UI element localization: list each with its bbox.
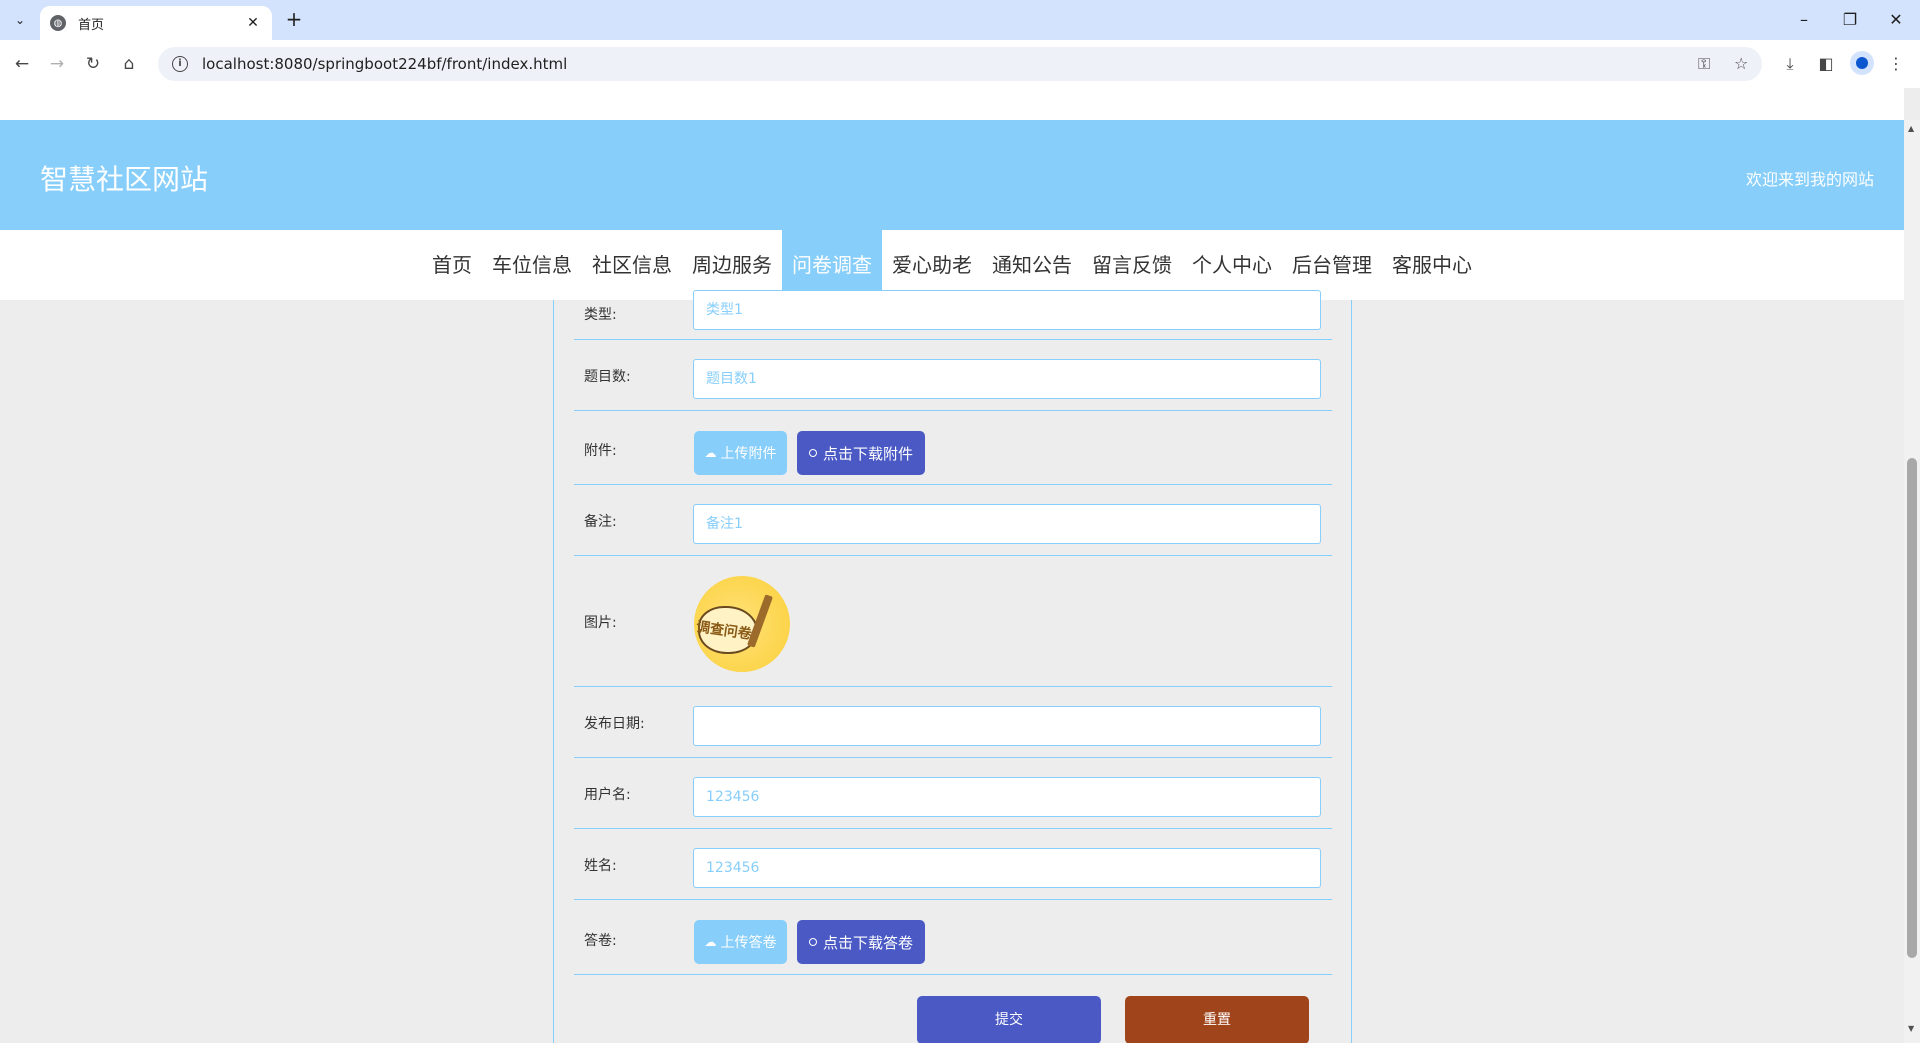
site-info-icon[interactable]: i <box>172 56 188 72</box>
nav-item-customer-service[interactable]: 客服中心 <box>1382 230 1482 300</box>
url-text: localhost:8080/springboot224bf/front/ind… <box>202 55 568 73</box>
download-answer-button[interactable]: 点击下载答卷 <box>797 920 925 964</box>
cloud-upload-icon: ☁ <box>704 935 717 949</box>
browser-toolbar: ← → ↻ ⌂ i localhost:8080/springboot224bf… <box>0 40 1920 88</box>
tab-title: 首页 <box>78 17 105 33</box>
scrollbar-thumb[interactable] <box>1907 458 1917 958</box>
home-icon[interactable]: ⌂ <box>117 52 141 76</box>
form-row-attachment: 附件: ☁ 上传附件 点击下载附件 <box>574 411 1332 485</box>
upload-answer-button[interactable]: ☁ 上传答卷 <box>694 920 787 964</box>
nav-item-parking[interactable]: 车位信息 <box>482 230 582 300</box>
username-label: 用户名: <box>584 787 631 803</box>
tab-search-icon[interactable]: ⌄ <box>8 8 32 32</box>
username-input[interactable]: 123456 <box>693 777 1321 817</box>
note-label: 备注: <box>584 514 617 530</box>
welcome-text: 欢迎来到我的网站 <box>1745 170 1874 189</box>
download-circle-icon <box>808 449 817 457</box>
type-input[interactable]: 类型1 <box>693 290 1321 330</box>
upload-attachment-button[interactable]: ☁ 上传附件 <box>694 431 787 475</box>
attachment-label: 附件: <box>584 443 617 459</box>
forward-icon[interactable]: → <box>45 52 69 76</box>
browser-tab[interactable]: ◍ 首页 ✕ <box>40 6 272 40</box>
question-count-label: 题目数: <box>584 369 631 385</box>
profile-avatar[interactable] <box>1850 51 1874 75</box>
download-icon[interactable]: ⤓ <box>1778 52 1802 76</box>
image-label: 图片: <box>584 615 617 631</box>
close-tab-icon[interactable]: ✕ <box>244 15 262 31</box>
name-input[interactable]: 123456 <box>693 848 1321 888</box>
form-row-note: 备注: 备注1 <box>574 485 1332 556</box>
form-row-name: 姓名: 123456 <box>574 829 1332 900</box>
question-count-input[interactable]: 题目数1 <box>693 359 1321 399</box>
form-row-question-count: 题目数: 题目数1 <box>574 340 1332 411</box>
form-row-date: 发布日期: <box>574 687 1332 758</box>
side-panel-icon[interactable]: ◧ <box>1814 52 1838 76</box>
page-scrollbar[interactable]: ▲ ▼ <box>1904 120 1920 1043</box>
survey-form: 类型: 类型1 题目数: 题目数1 附件: ☁ 上传附件 点击下载附件 备注: … <box>553 290 1352 1043</box>
reset-button[interactable]: 重置 <box>1125 996 1309 1043</box>
form-row-image: 图片: 调查问卷 <box>574 556 1332 687</box>
date-label: 发布日期: <box>584 716 645 732</box>
upload-answer-label: 上传答卷 <box>720 935 777 951</box>
globe-icon: ◍ <box>50 15 66 31</box>
password-key-icon[interactable]: ⚿ <box>1698 47 1710 81</box>
download-circle-icon <box>808 938 817 946</box>
form-row-type: 类型: 类型1 <box>574 290 1332 340</box>
name-label: 姓名: <box>584 858 617 874</box>
form-row-username: 用户名: 123456 <box>574 758 1332 829</box>
upload-attachment-label: 上传附件 <box>720 446 777 462</box>
nav-item-home[interactable]: 首页 <box>422 230 482 300</box>
scroll-up-icon[interactable]: ▲ <box>1908 124 1914 133</box>
form-row-answer: 答卷: ☁ 上传答卷 点击下载答卷 <box>574 900 1332 975</box>
reload-icon[interactable]: ↻ <box>81 52 105 76</box>
page-viewport: 智慧社区网站 欢迎来到我的网站 首页 车位信息 社区信息 周边服务 问卷调查 爱… <box>0 88 1904 1043</box>
top-strip <box>0 88 1904 120</box>
download-answer-label: 点击下载答卷 <box>822 933 913 952</box>
type-label: 类型: <box>584 307 617 323</box>
survey-image[interactable]: 调查问卷 <box>694 576 790 672</box>
bookmark-star-icon[interactable]: ☆ <box>1734 47 1748 81</box>
date-input[interactable] <box>693 706 1321 746</box>
submit-button[interactable]: 提交 <box>917 996 1101 1043</box>
answer-label: 答卷: <box>584 933 617 949</box>
address-bar[interactable]: i localhost:8080/springboot224bf/front/i… <box>158 47 1762 81</box>
browser-tab-strip: ⌄ ◍ 首页 ✕ + – ❐ ✕ <box>0 0 1920 40</box>
site-header: 智慧社区网站 欢迎来到我的网站 <box>0 120 1904 230</box>
scroll-down-icon[interactable]: ▼ <box>1908 1024 1914 1033</box>
minimize-icon[interactable]: – <box>1792 8 1816 32</box>
download-attachment-label: 点击下载附件 <box>822 444 913 463</box>
note-input[interactable]: 备注1 <box>693 504 1321 544</box>
close-window-icon[interactable]: ✕ <box>1884 8 1908 32</box>
cloud-upload-icon: ☁ <box>704 446 717 460</box>
back-icon[interactable]: ← <box>10 52 34 76</box>
restore-icon[interactable]: ❐ <box>1838 8 1862 32</box>
site-title: 智慧社区网站 <box>40 163 209 196</box>
new-tab-icon[interactable]: + <box>282 8 306 32</box>
more-menu-icon[interactable]: ⋮ <box>1884 52 1908 76</box>
download-attachment-button[interactable]: 点击下载附件 <box>797 431 925 475</box>
